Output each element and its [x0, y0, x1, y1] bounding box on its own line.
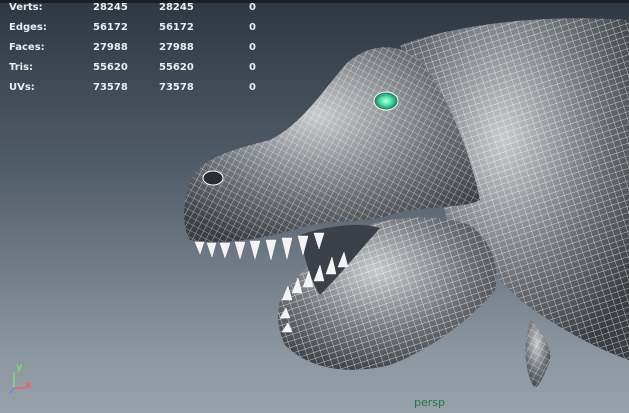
hud-label: UVs:: [9, 82, 35, 93]
hud-value: 0: [249, 82, 256, 93]
hud-label: Faces:: [9, 42, 45, 53]
hud-value: 73578: [93, 82, 128, 93]
viewport-persp[interactable]: Verts: 28245 28245 0 Edges: 56172 56172 …: [0, 0, 629, 413]
hud-value: 56172: [159, 22, 194, 33]
hud-value: 55620: [93, 62, 128, 73]
hud-row-tris: Tris: 55620 55620 0: [8, 62, 268, 82]
hud-label: Tris:: [9, 62, 34, 73]
hud-value: 0: [249, 62, 256, 73]
nostril: [202, 170, 224, 186]
eye: [373, 91, 399, 111]
hud-value: 55620: [159, 62, 194, 73]
hud-value: 28245: [159, 2, 194, 13]
hud-row-edges: Edges: 56172 56172 0: [8, 22, 268, 42]
axis-y-label: y: [16, 362, 23, 373]
hud-value: 28245: [93, 2, 128, 13]
hud-value: 73578: [159, 82, 194, 93]
camera-name-label: persp: [414, 396, 445, 409]
hud-label: Verts:: [9, 2, 43, 13]
hud-value: 56172: [93, 22, 128, 33]
hud-value: 0: [249, 22, 256, 33]
axis-x-label: x: [25, 380, 32, 391]
hud-value: 0: [249, 2, 256, 13]
poly-count-hud: Verts: 28245 28245 0 Edges: 56172 56172 …: [8, 2, 268, 102]
hud-row-faces: Faces: 27988 27988 0: [8, 42, 268, 62]
hud-value: 27988: [159, 42, 194, 53]
hud-label: Edges:: [9, 22, 47, 33]
hud-value: 0: [249, 42, 256, 53]
hud-value: 27988: [93, 42, 128, 53]
hud-row-verts: Verts: 28245 28245 0: [8, 2, 268, 22]
hud-row-uvs: UVs: 73578 73578 0: [8, 82, 268, 102]
